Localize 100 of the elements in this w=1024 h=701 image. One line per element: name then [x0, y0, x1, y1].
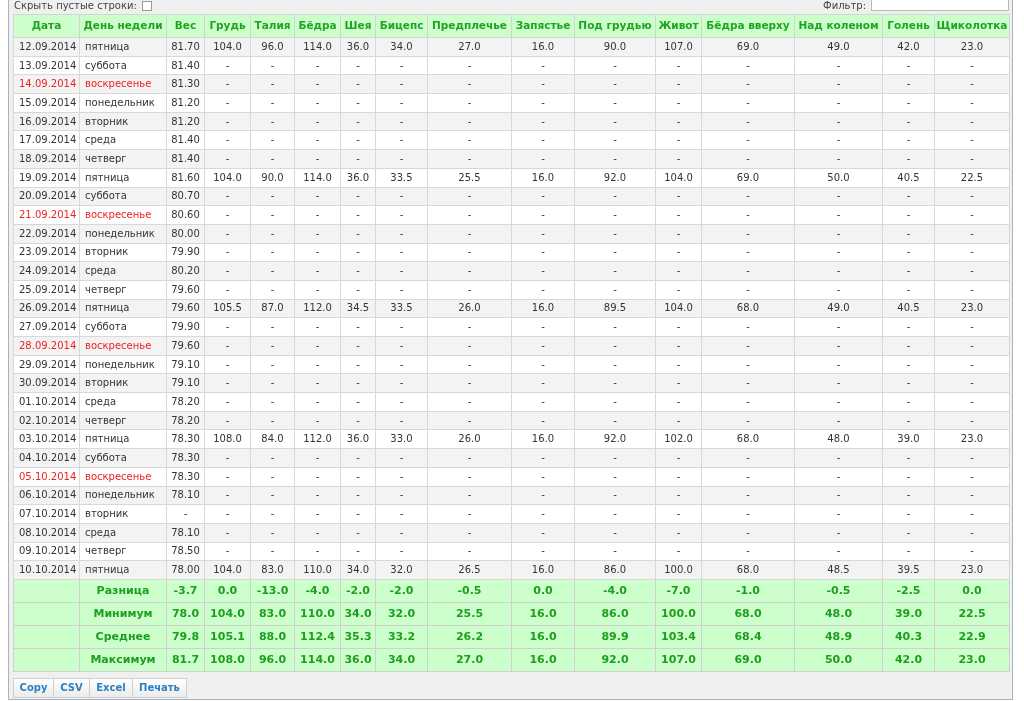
table-cell: -	[250, 542, 295, 561]
table-cell: 90.0	[250, 168, 295, 187]
table-cell: -	[574, 224, 656, 244]
table-cell: -	[511, 355, 575, 374]
table-cell: -	[701, 187, 795, 206]
column-header[interactable]: Запястье	[511, 14, 575, 38]
column-header[interactable]: Талия	[250, 14, 295, 38]
table-cell: -	[794, 373, 883, 393]
export-button[interactable]: Excel	[89, 677, 133, 698]
table-cell: -	[427, 467, 512, 486]
table-cell: -	[794, 317, 883, 337]
table-cell: -	[375, 74, 428, 94]
column-header[interactable]: Дата	[13, 14, 80, 38]
table-cell: -	[375, 523, 428, 543]
table-cell: -	[934, 261, 1010, 281]
table-cell: -	[882, 542, 935, 561]
column-header[interactable]: Бицепс	[375, 14, 428, 38]
table-cell: 78.00	[166, 560, 205, 580]
table-cell: -	[294, 74, 341, 94]
table-cell: -	[574, 411, 656, 430]
export-button[interactable]: CSV	[53, 677, 90, 698]
table-cell: -	[794, 355, 883, 374]
table-cell: -	[250, 243, 295, 262]
table-cell: -	[794, 467, 883, 486]
table-cell: -	[934, 224, 1010, 244]
table-cell: -	[375, 392, 428, 412]
table-cell: -	[882, 112, 935, 131]
table-cell: -	[701, 280, 795, 300]
table-cell: -	[511, 149, 575, 169]
table-cell: -	[882, 149, 935, 169]
column-header[interactable]: Бёдра	[294, 14, 341, 38]
column-header[interactable]: Вес	[166, 14, 205, 38]
table-cell: -	[294, 261, 341, 281]
table-cell: -	[375, 112, 428, 131]
table-cell: -	[204, 486, 251, 505]
table-cell: -	[882, 392, 935, 412]
table-cell: -	[250, 280, 295, 300]
table-cell: -	[882, 56, 935, 75]
table-cell: 16.0	[511, 168, 575, 187]
column-header[interactable]: Голень	[882, 14, 935, 38]
table-cell: 78.50	[166, 542, 205, 561]
table-cell: -	[294, 523, 341, 543]
table-cell: 105.5	[204, 299, 251, 318]
hide-empty-checkbox[interactable]	[141, 1, 152, 11]
table-cell: 86.0	[574, 560, 656, 580]
table-cell: воскресенье	[79, 205, 167, 225]
column-header[interactable]: Шея	[340, 14, 376, 38]
export-button[interactable]: Copy	[13, 677, 54, 698]
column-header[interactable]: День недели	[79, 14, 167, 38]
table-cell: 23.09.2014	[13, 243, 80, 262]
table-cell: -	[204, 411, 251, 430]
column-header[interactable]: Грудь	[204, 14, 251, 38]
table-cell: 16.09.2014	[13, 112, 80, 131]
table-cell: 80.60	[166, 205, 205, 225]
table-cell: -	[340, 280, 376, 300]
table-cell: -	[511, 74, 575, 94]
filter-field[interactable]	[871, 0, 1009, 11]
table-cell: -	[427, 74, 512, 94]
column-header[interactable]: Щиколотка	[934, 14, 1010, 38]
table-cell: -	[294, 93, 341, 113]
table-cell: -	[375, 224, 428, 244]
filter-label: Фильтр:	[823, 0, 866, 12]
table-cell: -	[375, 542, 428, 561]
table-cell: -	[655, 187, 702, 206]
column-header[interactable]: Под грудью	[574, 14, 656, 38]
column-header[interactable]: Предплечье	[427, 14, 512, 38]
table-cell: 36.0	[340, 168, 376, 187]
table-cell: -	[701, 130, 795, 150]
table-cell: -	[427, 280, 512, 300]
table-cell: -	[427, 336, 512, 356]
table-cell: -	[655, 243, 702, 262]
table-cell: -	[574, 187, 656, 206]
export-button[interactable]: Печать	[132, 677, 187, 698]
table-cell: -	[701, 93, 795, 113]
table-cell: -	[375, 261, 428, 281]
table-cell: 78.30	[166, 448, 205, 468]
table-cell: -	[427, 261, 512, 281]
table-cell: -	[204, 373, 251, 393]
table-cell: -	[427, 224, 512, 244]
table-cell: пятница	[79, 560, 167, 580]
table-cell: -	[250, 205, 295, 225]
table-cell: -	[340, 542, 376, 561]
column-header[interactable]: Бёдра вверху	[701, 14, 795, 38]
table-cell: -	[701, 205, 795, 225]
table-cell: -	[427, 355, 512, 374]
table-cell: -	[794, 280, 883, 300]
table-cell: -	[934, 74, 1010, 94]
table-cell: -	[934, 523, 1010, 543]
table-cell: -	[250, 112, 295, 131]
table-cell: 40.5	[882, 168, 935, 187]
table-cell: -	[701, 336, 795, 356]
table-cell: -	[934, 448, 1010, 468]
table-cell: -	[204, 224, 251, 244]
table-cell: -	[294, 542, 341, 561]
table-cell: -	[204, 280, 251, 300]
column-header[interactable]: Живот	[655, 14, 702, 38]
table-cell: воскресенье	[79, 467, 167, 486]
table-cell: -	[204, 355, 251, 374]
column-header[interactable]: Над коленом	[794, 14, 883, 38]
table-cell: 36.0	[340, 429, 376, 449]
